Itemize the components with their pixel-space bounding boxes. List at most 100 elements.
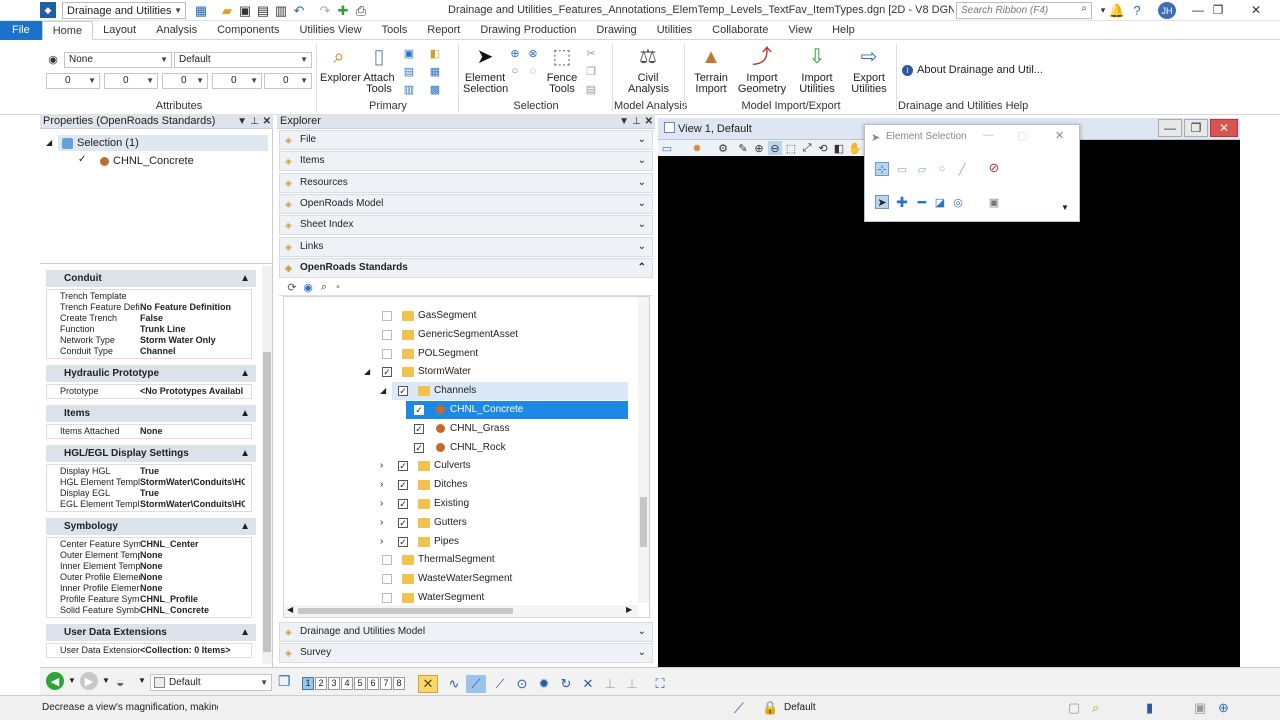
view-attributes-combo[interactable]: Default ▼ — [150, 674, 272, 691]
attach-tools-button[interactable]: ▯ Attach Tools — [360, 44, 398, 95]
file-icon[interactable]: ▮ — [1146, 700, 1153, 716]
snap-bisector-icon[interactable]: ↻ — [556, 675, 576, 693]
individual-method-icon[interactable]: ⊹ — [875, 162, 889, 176]
circle-method-icon[interactable]: ○ — [935, 162, 949, 176]
eye-icon[interactable]: ◉ — [46, 52, 60, 66]
close-window-icon[interactable]: ✕ — [1232, 0, 1280, 20]
view-button-7[interactable]: 7 — [380, 677, 392, 690]
tree-node-checkbox[interactable]: ✓ — [398, 517, 408, 528]
tree-node-checkbox[interactable] — [382, 574, 392, 585]
tree-node-checkbox[interactable]: ✓ — [398, 536, 408, 547]
property-section-header[interactable]: Symbology ▲ — [46, 518, 256, 535]
maximize-icon[interactable]: ▢ — [1017, 129, 1027, 142]
explorer-section-resources[interactable]: ◈ Resources ⌄ — [279, 172, 653, 193]
help-icon[interactable]: ? — [1128, 2, 1146, 19]
chevron-down-icon[interactable]: ▼ — [237, 114, 247, 129]
view-attributes-icon[interactable]: ▭ — [660, 141, 674, 155]
view-button-8[interactable]: 8 — [393, 677, 405, 690]
view-minimize-icon[interactable]: — — [1158, 119, 1182, 137]
import-utilities-button[interactable]: ⇩ Import Utilities — [792, 44, 842, 95]
property-row[interactable]: Display EGL True — [46, 488, 252, 499]
property-row[interactable]: Inner Profile Element None — [46, 583, 252, 594]
snap-center-icon[interactable]: ⊙ — [512, 675, 532, 693]
invert-mode-icon[interactable]: ◪ — [933, 195, 947, 209]
property-row[interactable]: Inner Element Templ None — [46, 561, 252, 572]
window-area-icon[interactable]: ⬚ — [784, 141, 798, 155]
chevron-down-icon[interactable]: ▼ — [1061, 203, 1069, 212]
tree-node-checkbox[interactable]: ✓ — [414, 442, 424, 453]
filter-icon[interactable]: ▪ — [331, 280, 345, 294]
explorer-section-drainage-and-utilities-model[interactable]: ◈ Drainage and Utilities Model ⌄ — [279, 622, 653, 642]
tree-node-checkbox[interactable] — [382, 593, 392, 603]
copy-icon[interactable]: ❐ — [584, 64, 598, 78]
tree-node[interactable]: WasteWaterSegment — [284, 570, 636, 588]
tree-horizontal-scrollbar[interactable]: ◀ ▶ — [284, 605, 638, 617]
property-row[interactable]: Prototype <No Prototypes Availabl — [46, 386, 252, 397]
explorer-section-items[interactable]: ◈ Items ⌄ — [279, 151, 653, 172]
add-mode-icon[interactable]: ✚ — [895, 194, 909, 210]
view-settings-icon[interactable]: ⚙ — [716, 141, 730, 155]
close-icon[interactable]: ✕ — [645, 114, 653, 129]
tree-node-checkbox[interactable] — [382, 555, 392, 566]
properties-scrollbar[interactable] — [262, 266, 272, 664]
view-restore-icon[interactable]: ❐ — [1184, 119, 1208, 137]
zoom-in-icon[interactable]: ⊕ — [752, 141, 766, 155]
design-history-icon[interactable]: ▢ — [1068, 700, 1080, 716]
property-row[interactable]: Outer Element Templ None — [46, 550, 252, 561]
property-row[interactable]: Solid Feature Symbol CHNL_Concrete — [46, 605, 252, 616]
weight-combo[interactable]: 0 ▼ — [104, 73, 158, 89]
restore-window-icon[interactable]: ❐ — [1206, 0, 1230, 20]
refresh-icon[interactable]: ⟳ — [285, 280, 299, 294]
selection-options-icon[interactable]: ▣ — [987, 195, 1001, 209]
color-combo[interactable]: 0 ▼ — [46, 73, 100, 89]
snap-tangent-icon[interactable]: ⊥ — [600, 675, 620, 693]
tree-node[interactable]: › ✓ Pipes — [284, 533, 636, 551]
tab-utilities[interactable]: Utilities — [647, 21, 702, 40]
snap-keypoint-icon[interactable]: ∿ — [444, 675, 464, 693]
property-row[interactable]: Display HGL True — [46, 466, 252, 477]
chevron-down-icon[interactable]: ▼ — [138, 676, 146, 685]
explorer-section-openroads-standards[interactable]: ◈ OpenRoads Standards ⌃ — [279, 257, 653, 278]
shape-method-icon[interactable]: ▱ — [915, 162, 929, 176]
chevron-down-icon[interactable]: ▼ — [102, 676, 110, 685]
view-groups-icon[interactable]: ❐ — [278, 673, 291, 690]
tab-tools[interactable]: Tools — [372, 21, 418, 40]
tree-node[interactable]: › ✓ Gutters — [284, 514, 636, 532]
snap-perpendicular-icon[interactable]: ⊥ — [622, 675, 642, 693]
pin-icon[interactable]: ⊥ — [632, 114, 641, 129]
view-group-icon[interactable]: ▦ — [192, 2, 210, 19]
tab-home[interactable]: Home — [41, 21, 94, 40]
print-preview-icon[interactable]: ▣ — [1194, 700, 1206, 716]
close-icon[interactable]: ✕ — [1055, 129, 1064, 142]
tree-node-checkbox[interactable]: ✓ — [398, 499, 408, 509]
property-row[interactable]: Trench Template — [46, 291, 252, 302]
explorer-section-links[interactable]: ◈ Links ⌄ — [279, 236, 653, 257]
snap-intersection-icon[interactable]: ✕ — [578, 675, 598, 693]
level-combo[interactable]: None ▼ — [64, 52, 172, 68]
redo-icon[interactable]: ↷ — [316, 2, 334, 19]
expand-arrow-icon[interactable]: ◢ — [46, 138, 52, 147]
select-shape-icon[interactable]: ◌ — [526, 64, 540, 78]
notifications-icon[interactable]: 🔔 — [1108, 2, 1126, 19]
display-icon[interactable]: ▦ — [428, 64, 442, 78]
lock-icon[interactable]: 🔒 — [762, 700, 778, 716]
scissors-icon[interactable]: ✂ — [584, 46, 598, 60]
search-icon[interactable]: ⌕ — [317, 280, 331, 294]
property-section-header[interactable]: HGL/EGL Display Settings ▲ — [46, 445, 256, 462]
back-icon[interactable]: ◀ — [46, 672, 64, 690]
explorer-section-sheet-index[interactable]: ◈ Sheet Index ⌄ — [279, 215, 653, 236]
tree-node-checkbox[interactable]: ✓ — [398, 386, 408, 397]
line-method-icon[interactable]: ╱ — [955, 162, 969, 176]
select-all-icon[interactable]: ⊕ — [508, 46, 522, 60]
view-close-icon[interactable]: ✕ — [1210, 119, 1238, 137]
style-combo[interactable]: 0 ▼ — [162, 73, 208, 89]
close-icon[interactable]: ✕ — [263, 114, 271, 129]
property-section-header[interactable]: User Data Extensions ▲ — [46, 624, 256, 641]
property-section-header[interactable]: Items ▲ — [46, 405, 256, 422]
about-drainage-button[interactable]: i About Drainage and Util... — [902, 64, 1043, 76]
new-selection-icon[interactable]: ➤ — [875, 195, 889, 209]
clear-selection-icon[interactable]: ⊘ — [987, 160, 1001, 175]
database-icon[interactable]: ◉ — [301, 280, 315, 294]
terrain-import-button[interactable]: ▲ Terrain Import — [690, 44, 732, 95]
display-style-icon[interactable]: ✹ — [690, 141, 704, 155]
